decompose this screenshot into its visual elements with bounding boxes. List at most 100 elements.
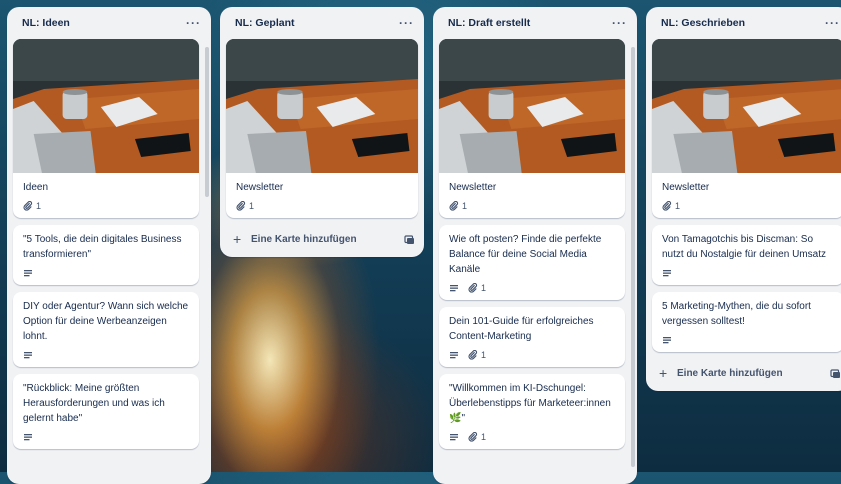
list-geplant: NL: Geplant ··· Newsletter 1 + Eine Kart… xyxy=(220,7,424,257)
paperclip-icon xyxy=(662,201,672,211)
card-cover-image xyxy=(439,39,625,173)
ellipsis-icon[interactable]: ··· xyxy=(825,16,840,30)
card-badges: 1 xyxy=(449,282,615,294)
paperclip-icon xyxy=(236,201,246,211)
attachments-badge: 1 xyxy=(662,201,680,211)
attachments-count: 1 xyxy=(675,201,681,211)
paperclip-icon xyxy=(449,201,459,211)
attachments-badge: 1 xyxy=(468,432,486,442)
card[interactable]: "Rückblick: Meine größten Herausforderun… xyxy=(13,374,199,449)
board: NL: Ideen ··· Ideen 1 "5 Tools, die dein… xyxy=(0,0,841,484)
attachments-badge: 1 xyxy=(23,201,41,211)
list-header: NL: Draft erstellt ··· xyxy=(433,7,637,39)
description-icon xyxy=(450,352,458,359)
card-cover-image xyxy=(652,39,841,173)
card-title: Newsletter xyxy=(449,182,497,193)
card-list: Ideen 1 "5 Tools, die dein digitales Bus… xyxy=(7,39,211,449)
card-newsletter[interactable]: Newsletter 1 xyxy=(652,39,841,218)
add-card-label: Eine Karte hinzufügen xyxy=(677,367,783,379)
card-title: DIY oder Agentur? Wann sich welche Optio… xyxy=(23,301,189,342)
description-icon xyxy=(450,285,458,292)
card-template-icon[interactable] xyxy=(404,234,415,245)
card-badges: 1 xyxy=(662,200,834,212)
card-badges xyxy=(23,349,189,361)
card-title: "Willkommen im KI-Dschungel: Überlebenst… xyxy=(449,383,611,424)
card[interactable]: 5 Marketing-Mythen, die du sofort verges… xyxy=(652,292,841,352)
attachments-badge: 1 xyxy=(468,350,486,360)
attachments-count: 1 xyxy=(481,432,487,442)
card-badges: 1 xyxy=(449,200,615,212)
card-badges xyxy=(23,431,189,443)
card-badges: 1 xyxy=(236,200,408,212)
attachments-count: 1 xyxy=(36,201,42,211)
attachments-badge: 1 xyxy=(449,201,467,211)
card-list: Newsletter 1 Wie oft posten? Finde die p… xyxy=(433,39,637,449)
list-scrollbar[interactable] xyxy=(631,47,635,467)
list-title[interactable]: NL: Geschrieben xyxy=(661,17,825,29)
list-scrollbar[interactable] xyxy=(205,47,209,197)
card[interactable]: DIY oder Agentur? Wann sich welche Optio… xyxy=(13,292,199,367)
card-title: Ideen xyxy=(23,182,49,193)
card-newsletter[interactable]: Newsletter 1 xyxy=(226,39,418,218)
card[interactable]: Wie oft posten? Finde die perfekte Balan… xyxy=(439,225,625,300)
attachments-count: 1 xyxy=(481,283,487,293)
card-title: "Rückblick: Meine größten Herausforderun… xyxy=(23,383,165,424)
card[interactable]: Dein 101-Guide für erfolgreiches Content… xyxy=(439,307,625,367)
card-title: "5 Tools, die dein digitales Business tr… xyxy=(23,234,182,260)
card-title: Von Tamagotchis bis Discman: So nutzt du… xyxy=(662,234,826,260)
card-badges: 1 xyxy=(449,431,615,443)
ellipsis-icon[interactable]: ··· xyxy=(399,16,414,30)
card-list: Newsletter 1 Von Tamagotchis bis Discman… xyxy=(646,39,841,352)
attachments-count: 1 xyxy=(462,201,468,211)
card-newsletter[interactable]: Newsletter 1 xyxy=(439,39,625,218)
list-draft-erstellt: NL: Draft erstellt ··· Newsletter 1 Wie … xyxy=(433,7,637,484)
list-header: NL: Geplant ··· xyxy=(220,7,424,39)
card-template-icon[interactable] xyxy=(830,368,841,379)
paperclip-icon xyxy=(468,350,478,360)
paperclip-icon xyxy=(23,201,33,211)
paperclip-icon xyxy=(468,432,478,442)
ellipsis-icon[interactable]: ··· xyxy=(612,16,627,30)
plus-icon: + xyxy=(659,365,668,381)
card-badges xyxy=(662,334,834,346)
card-badges xyxy=(23,267,189,279)
card-badges: 1 xyxy=(23,200,189,212)
card-title: 5 Marketing-Mythen, die du sofort verges… xyxy=(662,301,811,327)
description-icon xyxy=(24,352,32,359)
card-title: Dein 101-Guide für erfolgreiches Content… xyxy=(449,316,594,342)
list-title[interactable]: NL: Geplant xyxy=(235,17,399,29)
card-badges: 1 xyxy=(449,349,615,361)
attachments-count: 1 xyxy=(249,201,255,211)
card-list: Newsletter 1 xyxy=(220,39,424,218)
card-cover-image xyxy=(226,39,418,173)
list-geschrieben: NL: Geschrieben ··· Newsletter 1 Von Tam… xyxy=(646,7,841,391)
attachments-count: 1 xyxy=(481,350,487,360)
add-card-button[interactable]: + Eine Karte hinzufügen xyxy=(220,225,424,253)
card[interactable]: "5 Tools, die dein digitales Business tr… xyxy=(13,225,199,285)
card-badges xyxy=(662,267,834,279)
card-title: Wie oft posten? Finde die perfekte Balan… xyxy=(449,234,602,275)
attachments-badge: 1 xyxy=(468,283,486,293)
add-card-button[interactable]: + Eine Karte hinzufügen xyxy=(646,359,841,387)
description-icon xyxy=(24,270,32,277)
ellipsis-icon[interactable]: ··· xyxy=(186,16,201,30)
card[interactable]: Von Tamagotchis bis Discman: So nutzt du… xyxy=(652,225,841,285)
attachments-badge: 1 xyxy=(236,201,254,211)
list-ideen: NL: Ideen ··· Ideen 1 "5 Tools, die dein… xyxy=(7,7,211,484)
card-ideen[interactable]: Ideen 1 xyxy=(13,39,199,218)
add-card-label: Eine Karte hinzufügen xyxy=(251,233,357,245)
card-cover-image xyxy=(13,39,199,173)
card[interactable]: "Willkommen im KI-Dschungel: Überlebenst… xyxy=(439,374,625,449)
card-title: Newsletter xyxy=(662,182,710,193)
plus-icon: + xyxy=(233,231,242,247)
description-icon xyxy=(450,434,458,441)
list-title[interactable]: NL: Ideen xyxy=(22,17,186,29)
description-icon xyxy=(663,337,671,344)
list-header: NL: Ideen ··· xyxy=(7,7,211,39)
description-icon xyxy=(663,270,671,277)
paperclip-icon xyxy=(468,283,478,293)
list-title[interactable]: NL: Draft erstellt xyxy=(448,17,612,29)
description-icon xyxy=(24,434,32,441)
list-header: NL: Geschrieben ··· xyxy=(646,7,841,39)
card-title: Newsletter xyxy=(236,182,284,193)
